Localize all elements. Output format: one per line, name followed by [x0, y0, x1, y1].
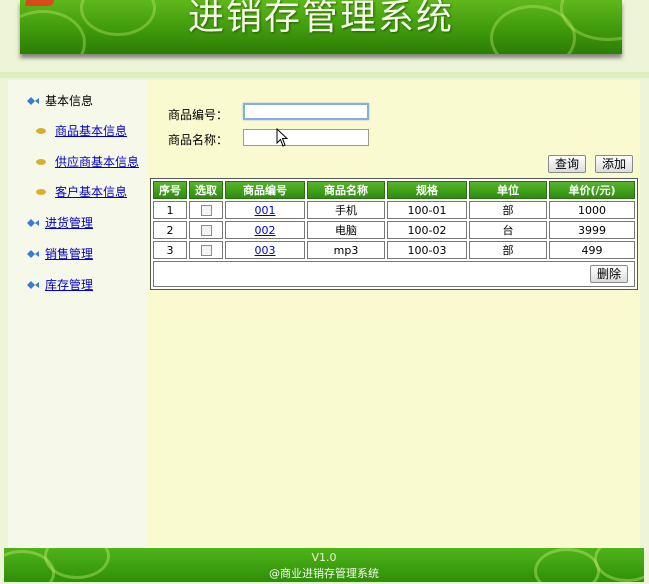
fish-icon [27, 280, 39, 289]
row-checkbox[interactable] [200, 225, 212, 236]
sidebar-item-sales[interactable]: 销售管理 [26, 245, 93, 262]
product-table: 序号 选取 商品编号 商品名称 规格 单位 单价(/元) 1 001 手机 10… [150, 178, 638, 290]
header-divider [0, 72, 649, 78]
cell-no: 2 [153, 221, 187, 239]
product-code-link[interactable]: 001 [255, 204, 276, 217]
header-banner: 进销存管理系统 [20, 0, 622, 54]
sidebar-item-supplier-info[interactable]: 供应商基本信息 [36, 153, 139, 170]
sidebar-item-label: 客户基本信息 [55, 185, 128, 199]
cell-code: 001 [225, 201, 305, 219]
page-title: 进销存管理系统 [187, 0, 454, 38]
bullet-icon [36, 127, 46, 134]
delete-button[interactable]: 删除 [589, 265, 628, 283]
col-header-select: 选取 [189, 181, 223, 199]
cell-select [189, 241, 223, 259]
col-header-no: 序号 [153, 181, 187, 199]
bullet-icon [36, 158, 46, 165]
product-code-input[interactable] [243, 103, 369, 120]
cell-name: 电脑 [307, 221, 385, 239]
row-checkbox[interactable] [200, 245, 212, 256]
cell-spec: 100-01 [387, 201, 467, 219]
sidebar-item-purchase[interactable]: 进货管理 [26, 214, 93, 231]
product-code-label: 商品编号： [168, 108, 229, 122]
table-footer-cell: 删除 [153, 261, 635, 287]
sidebar-item-customer-info[interactable]: 客户基本信息 [36, 183, 127, 200]
table-footer-row: 删除 [153, 261, 635, 287]
table-header-row: 序号 选取 商品编号 商品名称 规格 单位 单价(/元) [153, 181, 635, 199]
table-row: 3 003 mp3 100-03 部 499 [153, 241, 635, 259]
cell-spec: 100-03 [387, 241, 467, 259]
fish-icon [27, 96, 39, 105]
cell-unit: 部 [469, 241, 547, 259]
query-button[interactable]: 查询 [548, 155, 587, 173]
product-code-link[interactable]: 003 [255, 244, 276, 257]
sidebar-item-label: 供应商基本信息 [55, 155, 140, 169]
col-header-unit: 单位 [469, 181, 547, 199]
table-row: 1 001 手机 100-01 部 1000 [153, 201, 635, 219]
sidebar-item-label: 销售管理 [45, 247, 94, 261]
col-header-code: 商品编号 [225, 181, 305, 199]
cell-price: 499 [549, 241, 635, 259]
product-name-label: 商品名称： [168, 133, 229, 147]
col-header-price: 单价(/元) [549, 181, 635, 199]
sidebar-item-label: 基本信息 [45, 94, 94, 108]
cell-name: 手机 [307, 201, 385, 219]
sidebar-item-label: 商品基本信息 [55, 124, 128, 138]
footer-banner: V1.0 @商业进销存管理系统 [4, 548, 644, 582]
product-name-input[interactable] [243, 129, 369, 146]
col-header-name: 商品名称 [307, 181, 385, 199]
cell-select [189, 201, 223, 219]
cell-unit: 台 [469, 221, 547, 239]
cell-price: 1000 [549, 201, 635, 219]
cell-select [189, 221, 223, 239]
sidebar-item-product-info[interactable]: 商品基本信息 [36, 122, 127, 139]
copyright-text: @商业进销存管理系统 [269, 567, 379, 580]
table-row: 2 002 电脑 100-02 台 3999 [153, 221, 635, 239]
sidebar: 基本信息 商品基本信息 供应商基本信息 客户基本信息 进货管理 销售管理 库存管… [8, 80, 148, 548]
cell-price: 3999 [549, 221, 635, 239]
sidebar-item-basic-info[interactable]: 基本信息 [26, 92, 93, 109]
version-text: V1.0 [311, 551, 337, 564]
fish-icon [27, 249, 39, 258]
cell-name: mp3 [307, 241, 385, 259]
row-checkbox[interactable] [200, 205, 212, 216]
sidebar-item-stock[interactable]: 库存管理 [26, 276, 93, 293]
add-button[interactable]: 添加 [595, 155, 634, 173]
sidebar-item-label: 进货管理 [45, 216, 94, 230]
sidebar-item-label: 库存管理 [45, 278, 94, 292]
cell-no: 3 [153, 241, 187, 259]
cell-no: 1 [153, 201, 187, 219]
main-panel: 商品编号： 商品名称： 查询 添加 序号 选取 商品编号 商品名称 规格 单位 … [148, 80, 640, 548]
cell-code: 003 [225, 241, 305, 259]
cursor-icon [276, 128, 289, 147]
cell-spec: 100-02 [387, 221, 467, 239]
bullet-icon [36, 188, 46, 195]
fish-icon [27, 218, 39, 227]
cell-unit: 部 [469, 201, 547, 219]
col-header-spec: 规格 [387, 181, 467, 199]
product-code-link[interactable]: 002 [255, 224, 276, 237]
cell-code: 002 [225, 221, 305, 239]
